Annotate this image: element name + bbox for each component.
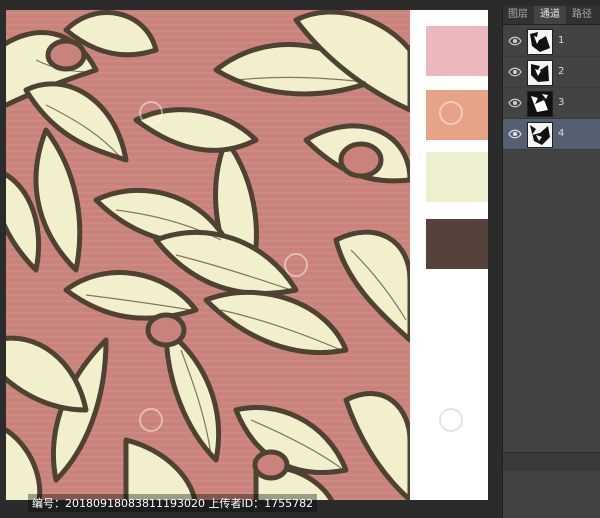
channel-label: 3	[558, 97, 565, 108]
color-swatch-cream	[426, 152, 488, 202]
channel-label: 4	[558, 128, 565, 139]
watermark-text: 编号：20180918083811193020 上传者ID：1755782	[28, 494, 318, 512]
watermark-logo-icon	[439, 408, 463, 432]
eye-icon[interactable]	[508, 66, 522, 78]
channel-row-4[interactable]: 4	[503, 119, 600, 150]
tab-paths[interactable]: 路径	[567, 6, 597, 24]
floral-pattern-image	[6, 10, 410, 500]
channel-row-1[interactable]: 1	[503, 26, 600, 57]
channels-panel: 图层 通道 路径 1 2 3 4	[502, 6, 600, 518]
channel-thumbnail	[527, 91, 553, 117]
tab-layers[interactable]: 图层	[503, 6, 533, 24]
watermark-logo-icon	[139, 101, 163, 125]
panel-footer	[503, 452, 600, 471]
channel-label: 1	[558, 35, 565, 46]
eye-icon[interactable]	[508, 128, 522, 140]
channel-thumbnail	[527, 29, 553, 55]
panel-tabs: 图层 通道 路径	[503, 6, 600, 25]
watermark-logo-icon	[439, 101, 463, 125]
eye-icon[interactable]	[508, 97, 522, 109]
channel-label: 2	[558, 66, 565, 77]
watermark-logo-icon	[139, 408, 163, 432]
document-canvas[interactable]: 编号：20180918083811193020 上传者ID：1755782	[6, 10, 488, 512]
channel-thumbnail	[527, 122, 553, 148]
color-swatch-pink	[426, 26, 488, 76]
channel-thumbnail	[527, 60, 553, 86]
tab-channels[interactable]: 通道	[534, 6, 566, 24]
floral-pattern-art	[6, 10, 410, 500]
channel-row-2[interactable]: 2	[503, 57, 600, 88]
color-swatch-brown	[426, 219, 488, 269]
channel-row-3[interactable]: 3	[503, 88, 600, 119]
eye-icon[interactable]	[508, 35, 522, 47]
watermark-logo-icon	[284, 253, 308, 277]
